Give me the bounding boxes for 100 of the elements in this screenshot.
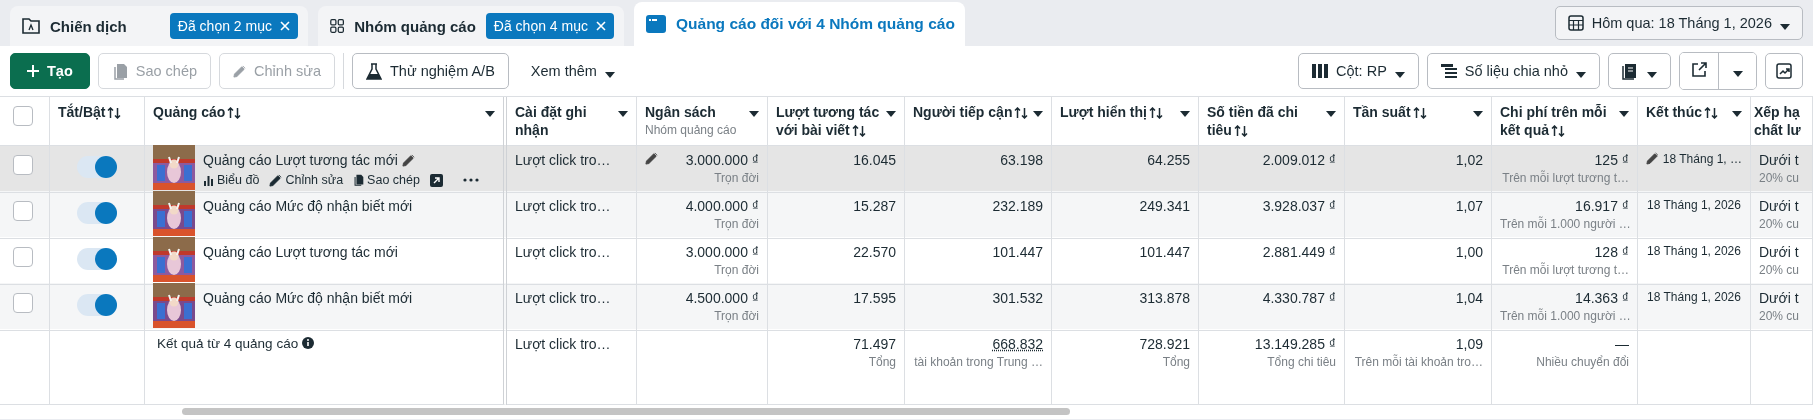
table-cell-text: 101.447	[991, 244, 1043, 260]
column-header[interactable]: Cài đặt ghi nhận	[515, 103, 614, 139]
table-cell: 18 Tháng 1, 2026	[1647, 244, 1741, 258]
selection-chip[interactable]: Đã chọn 2 mục	[169, 13, 298, 39]
toggle-switch[interactable]	[77, 294, 117, 316]
table-cell-text: 16.917 ₫	[1574, 198, 1629, 214]
sort-icon	[1412, 107, 1427, 120]
more-icon[interactable]	[462, 178, 479, 182]
cell-note: Trọn đời	[713, 309, 759, 323]
column-header[interactable]: Số tiền đã chi tiêu	[1207, 103, 1322, 139]
table-cell-text: 2.009.012 ₫	[1261, 152, 1336, 168]
sort-icon	[1233, 125, 1248, 138]
table-cell: 3.000.000 ₫	[685, 244, 759, 260]
pencil-icon	[1646, 152, 1659, 165]
column-header[interactable]: Tắt/Bật	[58, 103, 136, 121]
columns-button[interactable]: Cột: RP	[1298, 53, 1419, 89]
table-cell-text: 101.447	[1138, 244, 1190, 260]
export-menu-button[interactable]	[1718, 53, 1756, 89]
info-icon[interactable]	[301, 337, 314, 349]
table-cell-text: Lượt click tro…	[515, 198, 612, 214]
column-header[interactable]: Chi phí trên mỗi kết quả	[1500, 103, 1615, 139]
row-checkbox[interactable]	[13, 201, 33, 221]
row-checkbox[interactable]	[13, 155, 33, 175]
toggle-switch[interactable]	[77, 248, 117, 270]
table-cell: 4.500.000 ₫	[685, 290, 759, 306]
column-header[interactable]: Lượt tương tác với bài viết	[776, 103, 882, 139]
table-row[interactable]: Quảng cáo Lượt tương tác mới Biểu đồ Chỉnh sửa Sao chép Lượt click tro… 3.000.000 ₫ Trọn đời 16.045 63.198 64.255 2.009.012 ₫ 1,02 125 ₫ Trên mỗi lượt tương t… 18 Tháng 1, … Dưới t 20% cu	[0, 145, 1813, 191]
cell-note: Trên mỗi 1.000 người …	[1500, 309, 1629, 323]
table-cell-text: 63.198	[999, 152, 1043, 168]
column-header[interactable]: Kết thúc	[1646, 103, 1728, 121]
copy-icon	[111, 62, 128, 80]
cell-note: Trên mỗi lượt tương t…	[1501, 263, 1629, 277]
table-cell-text: Lượt click tro…	[515, 290, 612, 306]
table-cell: 18 Tháng 1, 2026	[1647, 198, 1741, 212]
sort-icon	[1014, 107, 1029, 120]
toggle-switch[interactable]	[77, 202, 117, 224]
cell-note: Tổng chi tiêu	[1266, 355, 1336, 369]
table-row[interactable]: Quảng cáo Mức độ nhận biết mới Lượt click tro… 4.500.000 ₫ Trọn đời 17.595 301.532 313.878 4.330.787 ₫ 1,04 14.363 ₫ Trên mỗi 1.000 người … 18 Tháng 1, 2026 Dưới t 20% cu	[0, 283, 1813, 329]
sort-icon	[1148, 107, 1163, 120]
table-cell-text: 125 ₫	[1593, 152, 1629, 168]
row-action-link[interactable]: Chỉnh sửa	[269, 173, 344, 187]
toggle-switch[interactable]	[77, 156, 117, 178]
abtest-button[interactable]: Thử nghiệm A/B	[352, 53, 509, 89]
row-action-link[interactable]: Sao chép	[353, 173, 420, 187]
create-button[interactable]: Tạo	[10, 53, 90, 89]
bar-chart-icon	[203, 174, 214, 186]
pencil-icon	[269, 173, 283, 187]
ad-name[interactable]: Quảng cáo Mức độ nhận biết mới	[203, 290, 413, 306]
total-value: 1,09	[1454, 336, 1483, 352]
caret-icon	[1180, 111, 1190, 117]
calendar-icon	[1567, 15, 1584, 31]
table-row[interactable]: Quảng cáo Mức độ nhận biết mới Lượt click tro… 4.000.000 ₫ Trọn đời 15.287 232.189 249.341 3.928.037 ₫ 1,07 16.917 ₫ Trên mỗi 1.000 người … 18 Tháng 1, 2026 Dưới t 20% cu	[0, 191, 1813, 237]
table-cell: 3.000.000 ₫	[685, 152, 759, 168]
cell-note: 20% cu	[1759, 309, 1801, 323]
cell-note: 20% cu	[1759, 171, 1801, 185]
row-action-link[interactable]: Biểu đồ	[203, 173, 260, 187]
cell-note: 20% cu	[1759, 263, 1801, 277]
cell-note: Trên mỗi lượt tương t…	[1501, 171, 1629, 185]
sort-icon	[851, 125, 866, 138]
column-header[interactable]: Lượt hiển thị	[1060, 103, 1176, 121]
scrollbar[interactable]	[182, 408, 1070, 415]
caret-icon	[618, 111, 628, 117]
table-cell-text: 14.363 ₫	[1574, 290, 1629, 306]
cell-note: tài khoản trong Trung …	[913, 355, 1043, 369]
total-value: 728.921	[1138, 336, 1190, 352]
ad-name[interactable]: Quảng cáo Lượt tương tác mới	[203, 152, 398, 168]
column-header[interactable]: Xếp hạ chất lư	[1754, 103, 1809, 139]
tab[interactable]: Quảng cáo đối với 4 Nhóm quảng cáo	[634, 2, 965, 46]
date-range-button[interactable]: Hôm qua: 18 Tháng 1, 2026	[1554, 6, 1803, 40]
open-external-icon[interactable]	[429, 173, 443, 187]
table-cell-text: Lượt click tro…	[515, 152, 612, 168]
column-header[interactable]: Người tiếp cận	[913, 103, 1029, 121]
table-cell-text: 249.341	[1138, 198, 1190, 214]
breakdown-button[interactable]: Số liệu chia nhỏ	[1426, 53, 1600, 89]
ad-name[interactable]: Quảng cáo Lượt tương tác mới	[203, 244, 398, 260]
cell-note: Trọn đời	[713, 217, 759, 231]
column-header[interactable]: Ngân sách Nhóm quảng cáo	[645, 103, 745, 139]
grid-icon	[330, 17, 345, 35]
caret-icon	[1732, 111, 1742, 117]
row-checkbox[interactable]	[13, 293, 33, 313]
pencil-icon	[401, 153, 415, 167]
table-cell-text: Lượt click tro…	[515, 244, 612, 260]
table-cell: 18 Tháng 1, 2026	[1647, 290, 1741, 304]
table-cell-text: 3.928.037 ₫	[1261, 198, 1336, 214]
column-header[interactable]: Tần suất	[1353, 103, 1469, 121]
tab[interactable]: Nhóm quảng cáo Đã chọn 4 mục	[318, 6, 624, 46]
table-row[interactable]: Quảng cáo Lượt tương tác mới Lượt click tro… 3.000.000 ₫ Trọn đời 22.570 101.447 101.447 2.881.449 ₫ 1,00 128 ₫ Trên mỗi lượt tương t… 18 Tháng 1, 2026 Dưới t 20% cu	[0, 237, 1813, 283]
breakdown-icon	[1440, 64, 1457, 78]
table-cell-text: 1,07	[1454, 198, 1483, 214]
table-cell-text: 2.881.449 ₫	[1261, 244, 1336, 260]
close-icon	[596, 21, 606, 31]
column-header[interactable]: Quảng cáo	[153, 103, 481, 121]
select-all-checkbox[interactable]	[13, 106, 33, 126]
row-checkbox[interactable]	[13, 247, 33, 267]
pencil-icon	[233, 64, 247, 78]
tab[interactable]: Chiến dịch Đã chọn 2 mục	[10, 6, 308, 46]
selection-chip[interactable]: Đã chọn 4 mục	[485, 13, 614, 39]
ad-name[interactable]: Quảng cáo Mức độ nhận biết mới	[203, 198, 413, 214]
reports-button[interactable]	[1608, 53, 1671, 89]
chart-button[interactable]	[1765, 53, 1803, 89]
